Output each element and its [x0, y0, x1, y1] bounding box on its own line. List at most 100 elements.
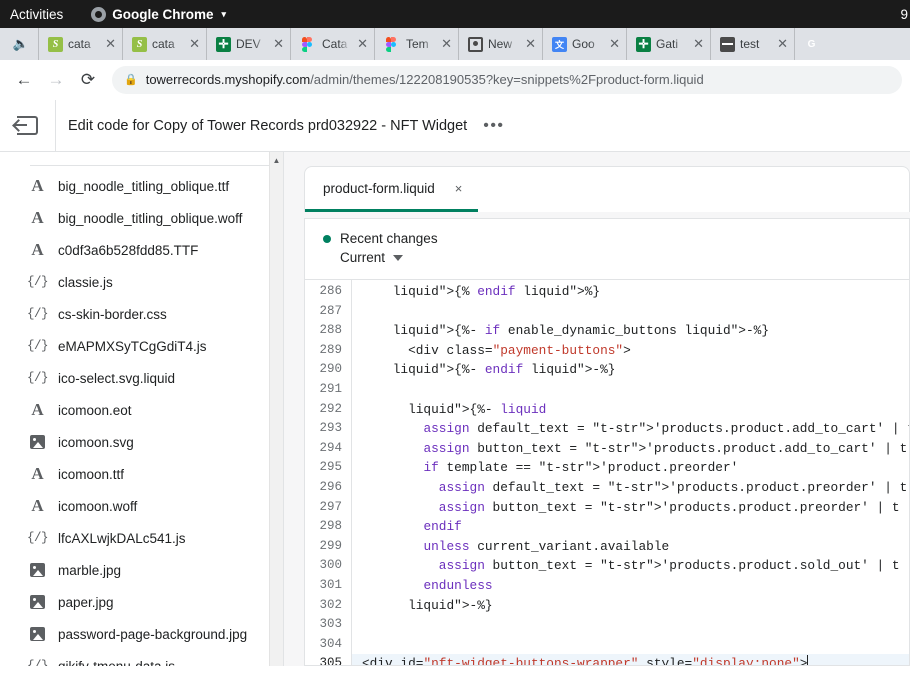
url-host: towerrecords.myshopify.com — [146, 72, 310, 87]
forward-button[interactable]: → — [40, 64, 72, 96]
list-item[interactable]: {/}cs-skin-border.css — [0, 298, 283, 330]
file-list: Abig_noodle_titling_oblique.ttfAbig_nood… — [0, 170, 283, 666]
code-line[interactable]: liquid">{% endif liquid">%} — [352, 282, 909, 302]
list-item[interactable]: {/}eMAPMXSyTCgGdiT4.js — [0, 330, 283, 362]
file-name: icomoon.ttf — [58, 467, 124, 482]
version-label: Current — [340, 250, 385, 265]
code-line[interactable]: <div id="nft-widget-buttons-wrapper" sty… — [352, 654, 909, 665]
clock[interactable]: 9 — [900, 0, 908, 28]
code-line[interactable]: unless current_variant.available — [352, 537, 909, 557]
code-line[interactable]: assign default_text = "t-str">'products.… — [352, 478, 909, 498]
line-number: 288 — [305, 321, 351, 341]
close-icon[interactable]: ✕ — [775, 36, 788, 52]
code-line[interactable]: <div class="payment-buttons"> — [352, 341, 909, 361]
recent-changes-row: Recent changes — [323, 231, 909, 246]
code-line[interactable]: if template == "t-str">'product.preorder… — [352, 458, 909, 478]
version-selector[interactable]: Current — [323, 250, 909, 265]
more-actions-button[interactable]: ••• — [483, 118, 504, 134]
audio-speaker-icon[interactable]: 🔈 — [4, 28, 38, 60]
file-name: qikify-tmenu-data.js — [58, 659, 175, 667]
code-line[interactable]: liquid">-%} — [352, 596, 909, 616]
close-icon[interactable]: ✕ — [607, 36, 620, 52]
tab-title: cata — [152, 37, 182, 51]
close-icon[interactable]: ✕ — [103, 36, 116, 52]
close-icon[interactable]: ✕ — [523, 36, 536, 52]
code-line[interactable] — [352, 380, 909, 400]
line-number: 291 — [305, 380, 351, 400]
reload-button[interactable]: ⟳ — [72, 64, 104, 96]
code-icon: {/} — [28, 275, 47, 289]
activities-button[interactable]: Activities — [0, 7, 77, 22]
back-button[interactable]: ← — [8, 64, 40, 96]
code-line[interactable]: assign button_text = "t-str">'products.p… — [352, 498, 909, 518]
browser-tab[interactable]: test ✕ — [710, 28, 794, 60]
figma-icon — [302, 37, 317, 52]
file-name: marble.jpg — [58, 563, 121, 578]
list-item[interactable]: {/} qikify-tmenu-data.js — [0, 650, 283, 666]
globe-icon — [720, 37, 735, 52]
list-item[interactable]: {/}lfcAXLwjkDALc541.js — [0, 522, 283, 554]
tab-title: DEV — [236, 37, 266, 51]
browser-tab[interactable]: cata ✕ — [122, 28, 206, 60]
scroll-up-icon[interactable]: ▲ — [270, 152, 283, 168]
code-line[interactable]: endunless — [352, 576, 909, 596]
list-item[interactable]: Ac0df3a6b528fdd85.TTF — [0, 234, 283, 266]
code-editor[interactable]: 2862872882892902912922932942952962972982… — [305, 279, 909, 665]
list-item[interactable]: Aicomoon.ttf — [0, 458, 283, 490]
google-translate-icon — [552, 37, 567, 52]
tab-product-form-liquid[interactable]: product-form.liquid × — [305, 167, 478, 212]
list-item[interactable]: password-page-background.jpg — [0, 618, 283, 650]
code-line[interactable] — [352, 615, 909, 635]
address-bar[interactable]: 🔒 towerrecords.myshopify.com/admin/theme… — [112, 66, 902, 94]
code-line[interactable]: assign default_text = "t-str">'products.… — [352, 419, 909, 439]
close-icon[interactable]: ✕ — [271, 36, 284, 52]
code-line[interactable]: endif — [352, 517, 909, 537]
code-line[interactable] — [352, 302, 909, 322]
url-text: towerrecords.myshopify.com/admin/themes/… — [146, 72, 704, 87]
code-line[interactable]: liquid">{%- liquid — [352, 400, 909, 420]
exit-editor-button[interactable] — [0, 100, 56, 151]
list-item[interactable]: marble.jpg — [0, 554, 283, 586]
browser-tab[interactable]: Cata ✕ — [290, 28, 374, 60]
list-item[interactable]: Abig_noodle_titling_oblique.ttf — [0, 170, 283, 202]
browser-tab[interactable] — [794, 28, 828, 60]
list-item[interactable]: Aicomoon.woff — [0, 490, 283, 522]
close-icon[interactable]: ✕ — [355, 36, 368, 52]
code-line[interactable]: liquid">{%- if enable_dynamic_buttons li… — [352, 321, 909, 341]
file-name: lfcAXLwjkDALc541.js — [58, 531, 186, 546]
code-line[interactable]: assign button_text = "t-str">'products.p… — [352, 556, 909, 576]
list-item[interactable]: icomoon.svg — [0, 426, 283, 458]
line-number: 305 — [305, 654, 351, 665]
active-app-menu[interactable]: Google Chrome ▾ — [91, 7, 226, 22]
close-icon[interactable]: × — [455, 181, 463, 196]
code-content[interactable]: liquid">{% endif liquid">%} liquid">{%- … — [352, 280, 909, 665]
code-line[interactable]: liquid">{%- endif liquid">-%} — [352, 360, 909, 380]
file-name: big_noodle_titling_oblique.woff — [58, 211, 242, 226]
browser-tab[interactable]: Gati ✕ — [626, 28, 710, 60]
list-item[interactable]: paper.jpg — [0, 586, 283, 618]
code-line[interactable]: assign button_text = "t-str">'products.p… — [352, 439, 909, 459]
browser-tab[interactable]: New ✕ — [458, 28, 542, 60]
code-line[interactable] — [352, 635, 909, 655]
list-item[interactable]: Abig_noodle_titling_oblique.woff — [0, 202, 283, 234]
green-plus-icon — [216, 37, 231, 52]
code-icon: {/} — [28, 659, 47, 666]
close-icon[interactable]: ✕ — [439, 36, 452, 52]
list-item[interactable]: {/}ico-select.svg.liquid — [0, 362, 283, 394]
browser-tab[interactable]: Goo ✕ — [542, 28, 626, 60]
file-name: eMAPMXSyTCgGdiT4.js — [58, 339, 207, 354]
line-number: 300 — [305, 556, 351, 576]
close-icon[interactable]: ✕ — [691, 36, 704, 52]
font-icon: A — [28, 208, 47, 228]
tab-label: product-form.liquid — [323, 181, 435, 196]
browser-tab[interactable]: cata ✕ — [38, 28, 122, 60]
shopify-icon — [132, 37, 147, 52]
list-item[interactable]: Aicomoon.eot — [0, 394, 283, 426]
list-item[interactable]: {/}classie.js — [0, 266, 283, 298]
browser-tab[interactable]: Tem ✕ — [374, 28, 458, 60]
sidebar-scrollbar[interactable]: ▲ — [269, 152, 283, 666]
close-icon[interactable]: ✕ — [187, 36, 200, 52]
line-number: 292 — [305, 400, 351, 420]
tab-title: Cata — [322, 37, 350, 51]
browser-tab[interactable]: DEV ✕ — [206, 28, 290, 60]
